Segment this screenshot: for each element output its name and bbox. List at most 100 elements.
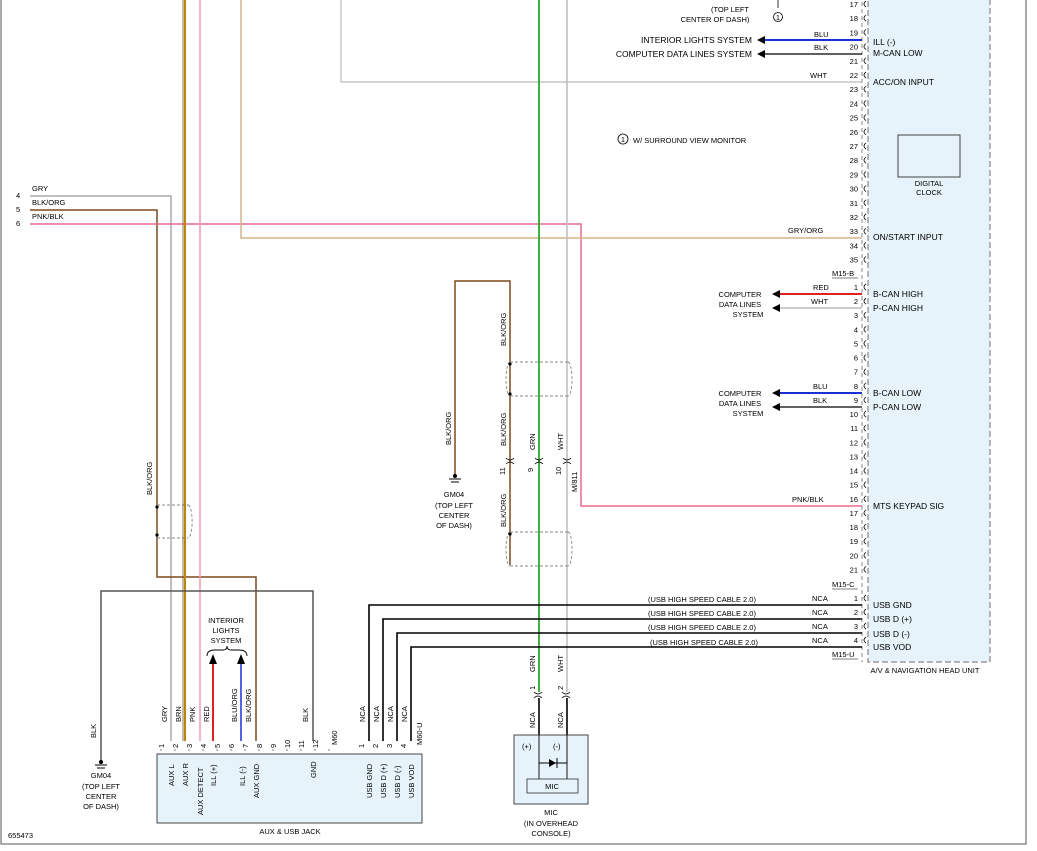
wire-nca-usb-vod xyxy=(410,646,862,741)
aux-pin-6: 6 xyxy=(227,744,236,748)
hu-b-pin-10: 10 xyxy=(850,410,858,419)
aux-pin-1: 1 xyxy=(157,744,166,748)
hu-b-pin-2: 2 xyxy=(854,297,858,306)
wire-label-blu-8: BLU xyxy=(813,382,828,391)
func-pcan-low: P-CAN LOW xyxy=(873,402,921,412)
hu-top-pin-cup-35 xyxy=(863,256,867,263)
arrow-ill-minus xyxy=(237,654,245,664)
hu-top-pin-cup-25 xyxy=(863,114,867,121)
wire-label-blkorg-mid-3: BLK/ORG xyxy=(499,412,508,446)
mic-minus: (-) xyxy=(553,742,561,751)
hu-b-pin-cup-11 xyxy=(863,424,867,432)
aux-label-usb-gnd: USB GND xyxy=(365,763,374,798)
hu-b-pin-cup-21 xyxy=(863,566,867,573)
m811-pin-10: 10 xyxy=(554,467,563,475)
arrow-bcan-low xyxy=(772,389,780,397)
wire-label-blk-9: BLK xyxy=(813,396,827,405)
hu-top-pin-35: 35 xyxy=(850,256,858,265)
gm04-mid-loc-3: OF DASH) xyxy=(436,521,472,530)
wire-label-nca-c2: NCA xyxy=(812,608,828,617)
hu-b-pin-cup-8 xyxy=(863,382,867,390)
gm04-left-loc-1: (TOP LEFT xyxy=(82,782,120,791)
clock-label-1: DIGITAL xyxy=(915,179,944,188)
mic-wire-wht: WHT xyxy=(556,655,565,672)
hu-b-pin-cup-16 xyxy=(863,495,867,503)
top-note-marker-num: 1 xyxy=(776,13,780,22)
hu-top-pin-24: 24 xyxy=(850,99,858,108)
hu-top-pin-20: 20 xyxy=(850,43,858,52)
cdl1-line-1: COMPUTER xyxy=(719,290,763,299)
mic-pin-2: 2 xyxy=(556,686,565,690)
func-usb-dm: USB D (-) xyxy=(873,629,910,639)
aux-pin-10: 10 xyxy=(283,740,292,748)
wire-label-pnkblk-16: PNK/BLK xyxy=(792,495,824,504)
arrow-bcan-high xyxy=(772,290,780,298)
hu-c-pin-2: 2 xyxy=(854,608,858,617)
hu-top-pin-cup-22 xyxy=(863,71,867,79)
surround-note: W/ SURROUND VIEW MONITOR xyxy=(633,136,747,145)
usb-cable-1: (USB HIGH SPEED CABLE 2.0) xyxy=(648,595,756,604)
gm04-mid-name: GM04 xyxy=(444,490,464,499)
aux-label-aux-l: AUX L xyxy=(167,764,176,786)
hu-top-pin-22: 22 xyxy=(850,71,858,80)
gm04-left-loc-2: CENTER xyxy=(86,792,117,801)
connector-m15-u: M15-U xyxy=(832,650,855,659)
func-ill-minus: ILL (-) xyxy=(873,37,896,47)
cdl1-line-3: SYSTEM xyxy=(733,310,764,319)
hu-b-pin-4: 4 xyxy=(854,325,858,334)
shield-left xyxy=(157,504,193,539)
wire-label-wht-mid: WHT xyxy=(556,433,565,450)
aux-label-usb-dm: USB D (-) xyxy=(393,765,402,798)
hu-c-pin-3: 3 xyxy=(854,622,858,631)
mic-element-label: MIC xyxy=(545,782,559,791)
hu-b-pin-18: 18 xyxy=(850,523,858,532)
wire-label-blkorg-mid-1: BLK/ORG xyxy=(444,411,453,445)
usb-cable-4: (USB HIGH SPEED CABLE 2.0) xyxy=(650,638,758,647)
m811-pin-11: 11 xyxy=(498,467,507,475)
hu-top-pin-cup-18 xyxy=(863,14,867,22)
hu-top-pin-cup-26 xyxy=(863,128,867,136)
hu-top-pin-31: 31 xyxy=(850,199,858,208)
aux-pin-4: 4 xyxy=(199,744,208,748)
hu-top-pin-cup-24 xyxy=(863,100,867,107)
head-unit-box xyxy=(867,0,991,663)
hu-c-pin-4: 4 xyxy=(854,636,858,645)
hu-b-pin-cup-20 xyxy=(863,551,867,559)
wire-label-red-1: RED xyxy=(813,283,829,292)
wire-blk-gnd xyxy=(100,590,314,762)
hu-top-pin-30: 30 xyxy=(850,185,858,194)
mic-pin-1: 1 xyxy=(528,686,537,690)
aux-label-usb-dp: USB D (+) xyxy=(379,763,388,798)
hu-b-pin-cup-4 xyxy=(863,326,867,333)
hu-b-pin-cup-9 xyxy=(863,396,867,404)
func-bcan-low: B-CAN LOW xyxy=(873,388,921,398)
diagram-id: 655473 xyxy=(8,831,33,840)
hu-top-pin-23: 23 xyxy=(850,85,858,94)
aux-jack-title: AUX & USB JACK xyxy=(259,827,320,836)
wire-label-blkorg-vert-left: BLK/ORG xyxy=(145,461,154,495)
hu-top-pin-34: 34 xyxy=(850,241,858,250)
wire-label-blk-gnd-left: BLK xyxy=(89,724,98,738)
aux-pin-5: 5 xyxy=(213,744,222,748)
hu-top-pin-18: 18 xyxy=(850,14,858,23)
hu-top-pin-cup-28 xyxy=(863,156,867,164)
wire-label-gry-left: GRY xyxy=(32,184,48,193)
m811-pin-9: 9 xyxy=(526,468,535,472)
hu-b-pin-cup-1 xyxy=(863,283,867,291)
aux-pin-9: 9 xyxy=(269,744,278,748)
hu-top-pin-cup-29 xyxy=(863,171,867,178)
aux-wire-blkorg: BLK/ORG xyxy=(244,688,253,722)
mic-title: MIC xyxy=(544,808,558,817)
wire-blkorg-aux-gnd xyxy=(30,209,257,741)
hu-top-pin-cup-19 xyxy=(863,29,867,36)
shield-mid-dot-3 xyxy=(508,532,512,536)
wire-label-nca-c1: NCA xyxy=(812,594,828,603)
wire-label-nca-c4: NCA xyxy=(812,636,828,645)
wire-gryorg-onstart xyxy=(240,0,862,239)
mic-wire-grn: GRN xyxy=(528,655,537,672)
note-marker-num: 1 xyxy=(621,135,625,144)
hu-b-pin-19: 19 xyxy=(850,537,858,546)
cdl2-line-3: SYSTEM xyxy=(733,409,764,418)
cdl1-line-2: DATA LINES xyxy=(719,300,761,309)
hu-b-pin-cup-14 xyxy=(863,467,867,474)
